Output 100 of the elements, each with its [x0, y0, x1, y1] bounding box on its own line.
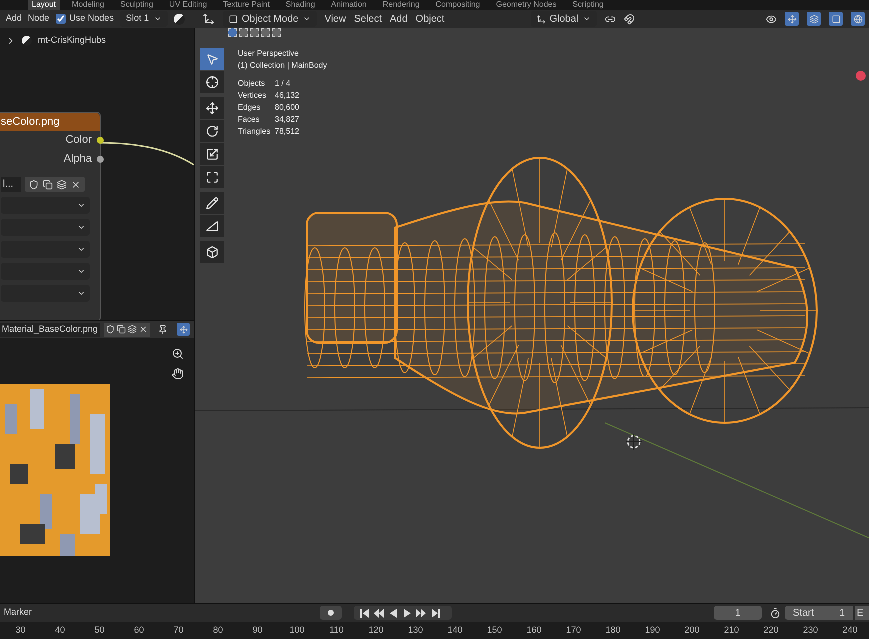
axes-icon: [536, 14, 546, 24]
frame-number: 40: [54, 624, 66, 637]
frame-number: 200: [684, 624, 701, 637]
record-button[interactable]: [320, 606, 342, 620]
shield-icon[interactable]: [106, 325, 116, 334]
copy-icon[interactable]: [43, 180, 53, 190]
transform-icon[interactable]: [200, 166, 224, 188]
pin-icon[interactable]: [158, 324, 168, 334]
stat-label: Objects: [238, 78, 266, 90]
frame-number: 220: [762, 624, 780, 637]
checkbox-label[interactable]: Use Nodes: [70, 12, 114, 26]
workspace-tab[interactable]: Animation: [327, 0, 371, 10]
workspace-tab[interactable]: Rendering: [378, 0, 424, 10]
menu-item[interactable]: Add: [6, 12, 22, 26]
stack-icon[interactable]: [128, 325, 138, 334]
frame-number: 120: [368, 624, 385, 637]
view-title: User Perspective: [238, 48, 300, 60]
visibility-icon[interactable]: [766, 14, 777, 24]
close-icon[interactable]: [139, 325, 148, 334]
cursor-icon[interactable]: [200, 71, 224, 93]
editor-type-icon[interactable]: [203, 13, 215, 25]
marker-menu[interactable]: Marker: [0, 606, 320, 620]
workspace-tab[interactable]: Geometry Nodes: [492, 0, 561, 10]
workspace-tab[interactable]: Compositing: [432, 0, 484, 10]
snap-icon[interactable]: [624, 14, 635, 24]
wireframe-shading-icon[interactable]: [851, 12, 865, 26]
stack-icon[interactable]: [57, 180, 67, 190]
chevron-down-icon: [77, 245, 86, 254]
add-cube-icon[interactable]: [200, 241, 224, 263]
workspace-tab[interactable]: Scripting: [568, 0, 608, 10]
stat-label: Faces: [238, 114, 261, 126]
socket-label: Color: [66, 133, 92, 148]
gizmo-toggle-icon[interactable]: [177, 323, 190, 336]
workspace-tab[interactable]: Shading: [282, 0, 320, 10]
x-axis-icon[interactable]: [856, 71, 866, 81]
frame-number: 150: [486, 624, 504, 637]
xray-toggle-icon[interactable]: [829, 12, 843, 26]
shield-icon[interactable]: [29, 180, 39, 190]
stat-value: 78,512: [275, 126, 300, 138]
move-icon[interactable]: [200, 97, 224, 119]
workspace-tab[interactable]: Sculpting: [116, 0, 158, 10]
current-frame-field[interactable]: 1: [714, 606, 762, 620]
slot-dropdown[interactable]: Slot 1: [120, 11, 168, 27]
end-frame-field[interactable]: E: [855, 606, 869, 620]
workspace-tab[interactable]: Modeling: [68, 0, 108, 10]
stat-value: 1 / 4: [275, 78, 291, 90]
frame-number: 130: [407, 624, 424, 637]
rotate-icon[interactable]: [200, 120, 224, 142]
workspace-tab[interactable]: UV Editing: [165, 0, 212, 10]
chevron-down-icon: [77, 267, 86, 276]
stat-value: 46,132: [275, 90, 300, 102]
image-texture-node[interactable]: seColor.png Color Alpha l...: [0, 112, 101, 320]
chevron-down-icon: [582, 15, 591, 23]
checkbox[interactable]: [56, 14, 66, 24]
breadcrumb[interactable]: mt-CrisKingHubs: [38, 34, 106, 48]
copy-icon[interactable]: [117, 325, 126, 334]
chevron-down-icon: [302, 15, 311, 23]
scale-icon[interactable]: [200, 143, 224, 165]
frame-number: 80: [212, 624, 224, 637]
menu-item[interactable]: Node: [28, 12, 50, 26]
stat-label: Vertices: [238, 90, 268, 102]
3d-cursor-icon[interactable]: [626, 434, 642, 450]
frame-number: 110: [328, 624, 345, 637]
menu-item[interactable]: Add: [390, 12, 408, 26]
playback-controls[interactable]: [354, 606, 452, 620]
image-field[interactable]: l...: [1, 177, 21, 192]
frame-number: 230: [802, 624, 820, 637]
pencil-icon[interactable]: [200, 192, 224, 214]
stat-value: 80,600: [275, 102, 300, 114]
zoom-icon[interactable]: [172, 348, 184, 360]
mode-dropdown[interactable]: Object Mode: [223, 11, 317, 27]
close-icon[interactable]: [71, 180, 81, 190]
frame-number: 190: [644, 624, 662, 637]
frame-number: 170: [565, 624, 582, 637]
node-title: seColor.png: [1, 114, 60, 130]
select-box-icon[interactable]: [200, 48, 224, 70]
frame-number: 180: [604, 624, 622, 637]
workspace-tab[interactable]: Layout: [28, 0, 60, 10]
overlay-toggle-icon[interactable]: [807, 12, 821, 26]
image-name-field[interactable]: Material_BaseColor.png: [0, 322, 100, 336]
stat-value: 34,827: [275, 114, 300, 126]
orientation-dropdown[interactable]: Global: [530, 11, 597, 27]
menu-item[interactable]: Select: [354, 12, 382, 26]
hand-icon[interactable]: [172, 368, 184, 380]
start-frame-field[interactable]: Start 1: [785, 606, 853, 620]
frame-number: 240: [842, 624, 859, 637]
socket-label: Alpha: [64, 152, 92, 168]
stopwatch-icon[interactable]: [770, 608, 781, 618]
frame-number: 140: [446, 624, 464, 637]
frame-number: 30: [14, 624, 27, 637]
stat-label: Edges: [238, 102, 262, 114]
menu-item[interactable]: Object: [416, 12, 445, 26]
frame-number: 50: [94, 624, 106, 637]
frame-number: 90: [252, 624, 264, 637]
gizmo-toggle-icon[interactable]: [785, 12, 799, 26]
frame-number: 210: [723, 624, 740, 637]
workspace-tab[interactable]: Texture Paint: [219, 0, 274, 10]
menu-item[interactable]: View: [324, 12, 346, 26]
frame-number: 160: [526, 624, 543, 637]
checkmark-icon: [56, 15, 65, 23]
